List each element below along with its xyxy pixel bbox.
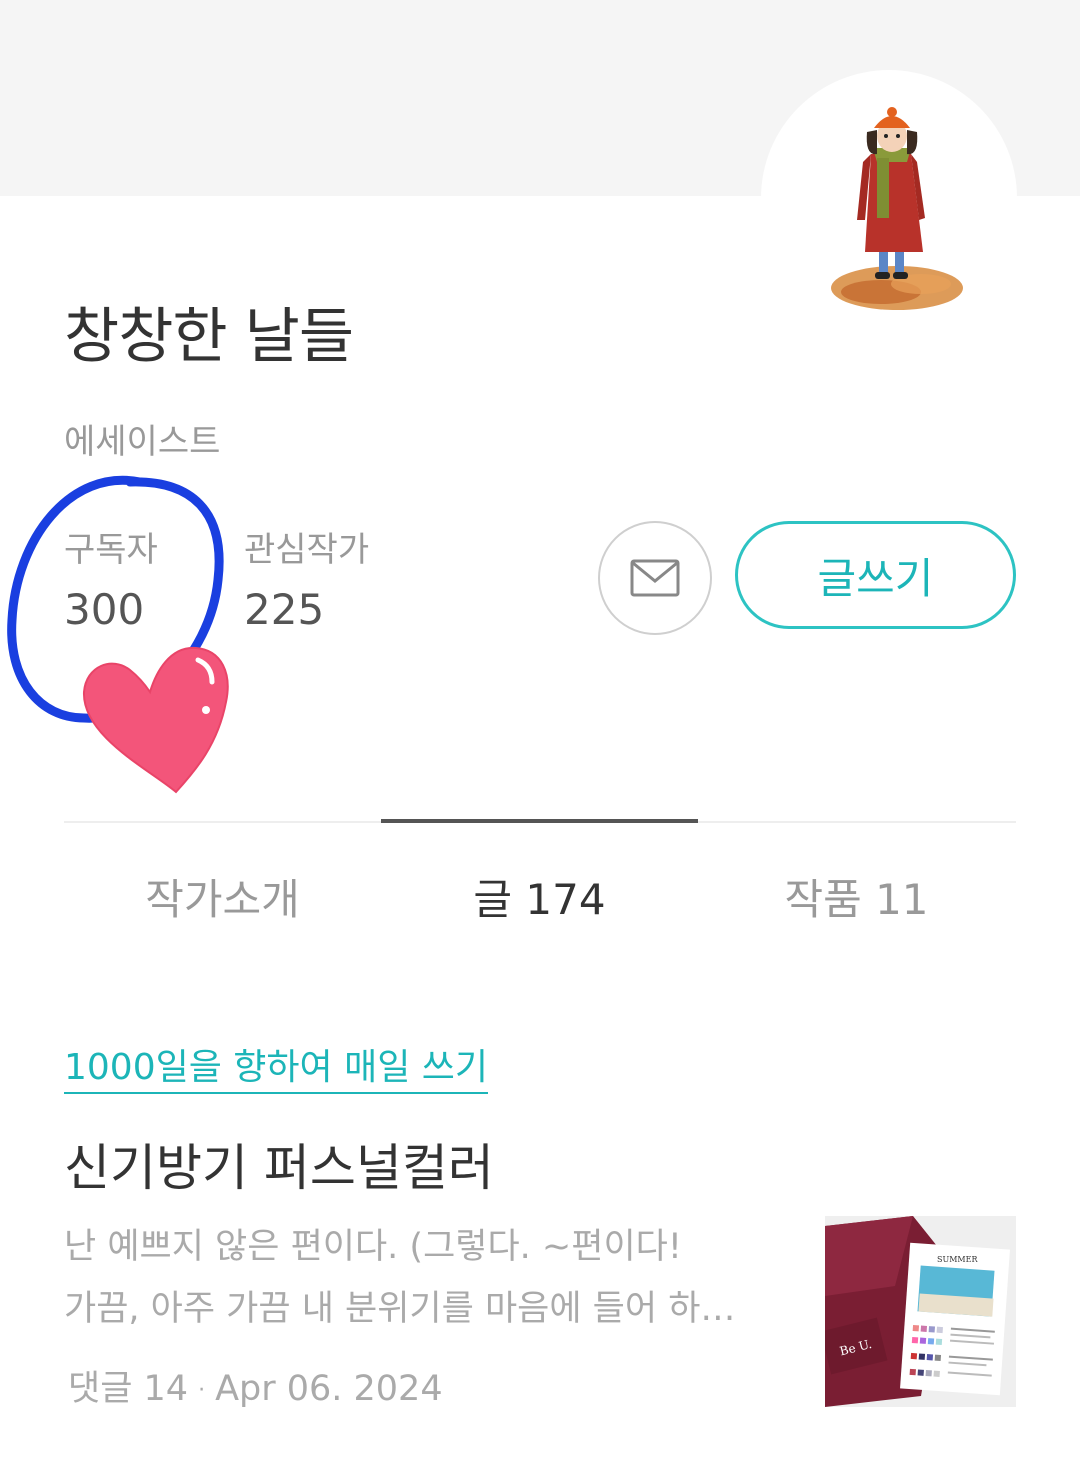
subscribers-stat[interactable]: 구독자 300 [64, 522, 158, 634]
post-excerpt-line: 난 예쁘지 않은 편이다. (그렇다. ~편이다! [64, 1227, 682, 1267]
tab-author-intro[interactable]: 작가소개 [64, 866, 381, 927]
envelope-icon [630, 559, 680, 597]
following-stat[interactable]: 관심작가 225 [244, 522, 369, 634]
tab-posts[interactable]: 글 174 [381, 866, 698, 927]
subscribers-label: 구독자 [64, 530, 158, 570]
meta-separator: · [198, 1377, 206, 1403]
personal-color-card-image: Be U. SUMMER [825, 1216, 1016, 1407]
following-label: 관심작가 [244, 530, 370, 570]
post-meta: 댓글 14 · Apr 06. 2024 [68, 1360, 443, 1411]
profile-avatar[interactable] [761, 70, 1017, 326]
subscribers-count: 300 [64, 585, 145, 634]
post-thumbnail[interactable]: Be U. SUMMER [825, 1216, 1016, 1407]
thumbnail-text: SUMMER [937, 1255, 978, 1264]
following-count: 225 [244, 585, 325, 634]
magazine-link[interactable]: 1000일을 향하여 매일 쓰기 [64, 1038, 489, 1094]
post-title[interactable]: 신기방기 퍼스널컬러 [64, 1128, 494, 1200]
post-excerpt[interactable]: 난 예쁘지 않은 편이다. (그렇다. ~편이다! 가끔, 아주 가끔 내 분위… [64, 1216, 784, 1340]
author-role: 에세이스트 [64, 422, 221, 462]
post-excerpt-line: 가끔, 아주 가끔 내 분위기를 마음에 들어 하… [64, 1289, 736, 1329]
tab-works[interactable]: 작품 11 [698, 866, 1015, 927]
post-date: Apr 06. 2024 [215, 1369, 443, 1409]
write-button[interactable]: 글쓰기 [735, 521, 1016, 629]
active-tab-indicator [381, 819, 698, 823]
message-button[interactable] [598, 521, 712, 635]
comment-count: 댓글 14 [68, 1369, 189, 1409]
author-name: 창창한 날들 [64, 302, 354, 372]
heart-sticker-icon [82, 646, 229, 794]
illustrated-girl-avatar-icon [831, 107, 963, 310]
